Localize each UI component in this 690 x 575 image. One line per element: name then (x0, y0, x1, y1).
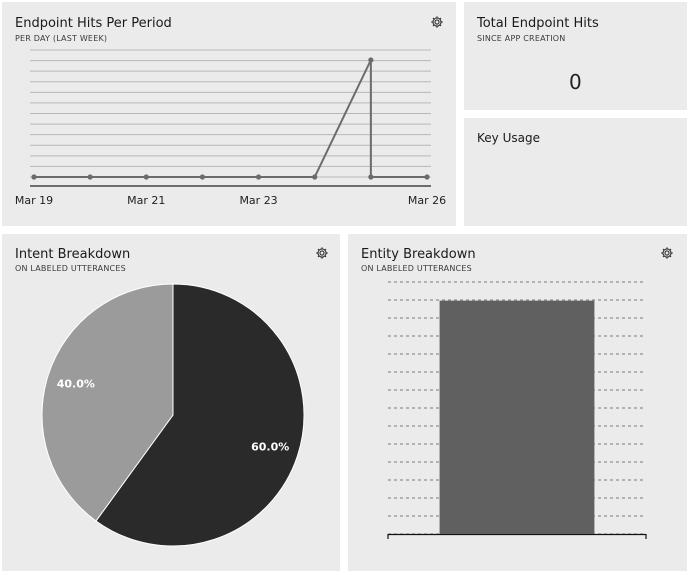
total-hits-subtitle: SINCE APP CREATION (477, 34, 566, 43)
total-hits-panel: Total Endpoint Hits SINCE APP CREATION 0 (464, 2, 687, 110)
data-point (312, 174, 318, 180)
x-tick-label: Mar 26 (408, 194, 446, 207)
data-point (199, 174, 206, 180)
entity-breakdown-chart (387, 281, 647, 539)
pie-slice-label: 40.0% (57, 377, 95, 390)
endpoint-hits-panel: Endpoint Hits Per Period PER DAY (LAST W… (2, 2, 456, 226)
data-point (368, 57, 374, 63)
entity-breakdown-panel: Entity Breakdown ON LABELED UTTERANCES (348, 234, 687, 571)
data-point (31, 174, 37, 180)
x-tick-label: Mar 19 (15, 194, 53, 207)
intent-breakdown-panel: Intent Breakdown ON LABELED UTTERANCES 6… (2, 234, 340, 571)
intent-breakdown-chart: 60.0% 40.0% (41, 283, 305, 547)
data-point (368, 174, 374, 180)
pie-slice-label: 60.0% (251, 441, 289, 454)
total-hits-value: 0 (569, 70, 582, 94)
total-hits-title: Total Endpoint Hits (477, 16, 599, 31)
key-usage-panel: Key Usage (464, 118, 687, 226)
endpoint-hits-chart: Mar 19 Mar 21 Mar 23 Mar 26 (15, 49, 446, 207)
data-point (87, 174, 93, 180)
series-line (34, 59, 427, 178)
x-tick-label: Mar 23 (239, 194, 277, 207)
data-point (143, 174, 149, 180)
data-point (424, 174, 430, 180)
bar (439, 300, 595, 534)
key-usage-title: Key Usage (477, 131, 540, 145)
x-tick-label: Mar 21 (127, 194, 165, 207)
data-point (255, 174, 262, 180)
